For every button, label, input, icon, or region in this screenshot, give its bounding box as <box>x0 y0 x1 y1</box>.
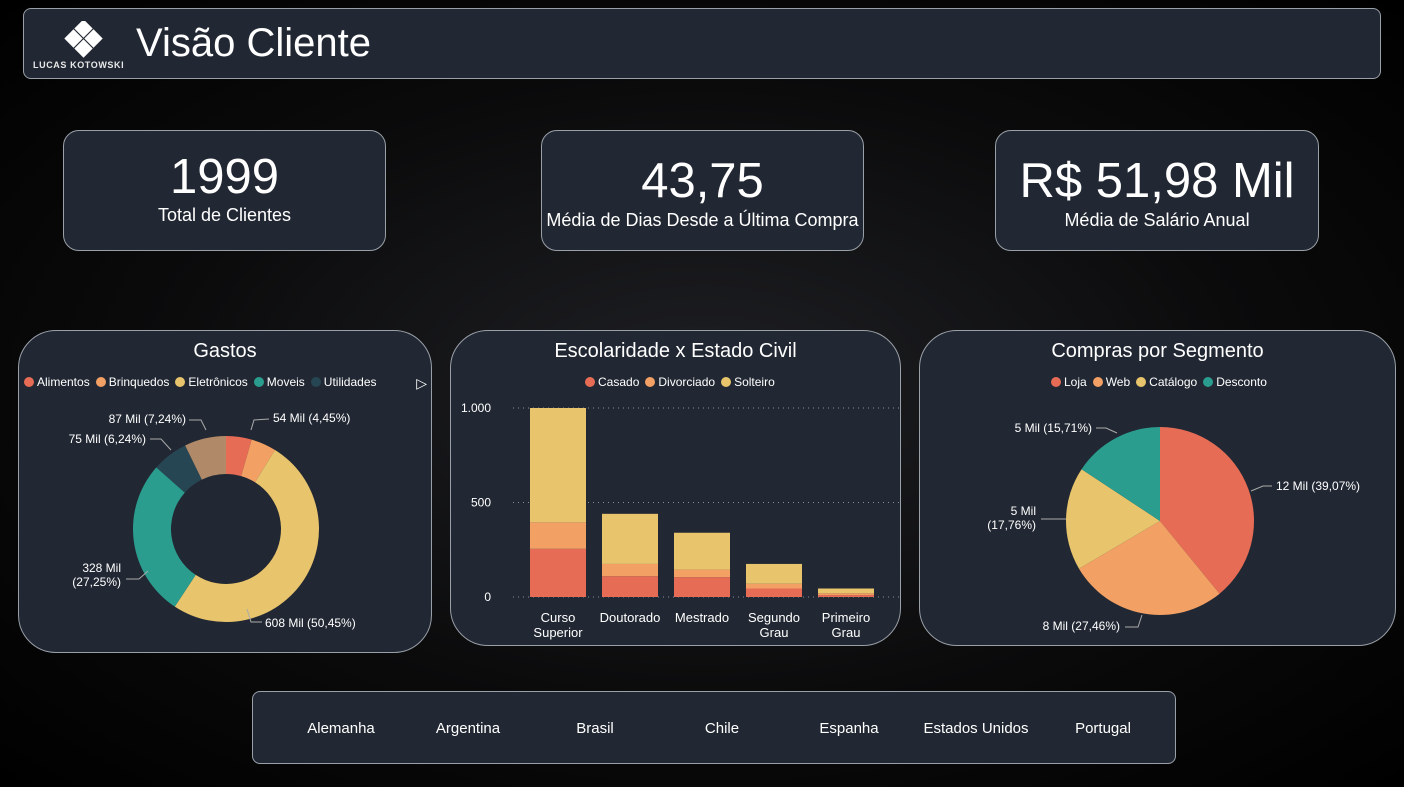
x-tick-label: Curso <box>541 610 576 625</box>
country-portugal[interactable]: Portugal <box>1075 720 1131 737</box>
y-tick-label: 500 <box>471 496 491 510</box>
kpi-total-clientes: 1999 Total de Clientes <box>63 130 386 251</box>
data-label: 328 Mil <box>82 561 121 575</box>
country-brasil[interactable]: Brasil <box>576 720 614 737</box>
x-tick-label: Doutorado <box>600 610 661 625</box>
bar-primeiro-grau-solteiro[interactable] <box>818 588 874 594</box>
x-tick-label: Primeiro <box>822 610 870 625</box>
compras-chart-card: Compras por Segmento Loja Web Catálogo Desc… <box>919 330 1396 646</box>
data-label: 75 Mil (6,24%) <box>69 432 146 446</box>
kpi-label: Média de Dias Desde a Última Compra <box>546 210 859 230</box>
data-label: 5 Mil (15,71%) <box>1015 421 1092 435</box>
kpi-value: 43,75 <box>641 154 764 208</box>
data-label: 12 Mil (39,07%) <box>1276 479 1360 493</box>
x-tick-label: Superior <box>533 625 583 640</box>
bar-mestrado-casado[interactable] <box>674 577 730 597</box>
y-tick-label: 1.000 <box>461 401 491 415</box>
kpi-media-salario: R$ 51,98 Mil Média de Salário Anual <box>995 130 1319 251</box>
bar-mestrado-solteiro[interactable] <box>674 532 730 570</box>
bar-doutorado-solteiro[interactable] <box>602 513 658 564</box>
country-alemanha[interactable]: Alemanha <box>307 720 375 737</box>
leader-line <box>189 419 207 431</box>
bar-primeiro-grau-casado[interactable] <box>818 595 874 597</box>
escolaridade-chart-card: Escolaridade x Estado Civil Casado Divorc… <box>450 330 901 646</box>
bar-primeiro-grau-divorciado[interactable] <box>818 593 874 596</box>
bar-segundo-grau-casado[interactable] <box>746 588 802 597</box>
data-label: 5 Mil <box>1011 504 1036 518</box>
leader-line <box>150 438 172 451</box>
country-argentina[interactable]: Argentina <box>436 720 500 737</box>
kpi-value: 1999 <box>169 150 279 204</box>
x-tick-label: Grau <box>832 625 861 640</box>
kpi-media-dias: 43,75 Média de Dias Desde a Última Compr… <box>541 130 864 251</box>
bar-segundo-grau-solteiro[interactable] <box>746 563 802 584</box>
gastos-donut-svg: 54 Mil (4,45%) 608 Mil (50,45%) 328 Mil(27… <box>69 411 356 630</box>
header-bar: LUCAS KOTOWSKI Visão Cliente <box>23 8 1381 79</box>
data-label: 87 Mil (7,24%) <box>109 412 186 426</box>
kpi-value: R$ 51,98 Mil <box>1019 154 1295 208</box>
leader-line <box>1250 485 1272 492</box>
kpi-label: Média de Salário Anual <box>1064 210 1250 230</box>
bar-curso-superior-casado[interactable] <box>530 548 586 597</box>
bar-segundo-grau-divorciado[interactable] <box>746 583 802 589</box>
kpi-label: Total de Clientes <box>157 205 292 225</box>
data-label: 8 Mil (27,46%) <box>1043 619 1120 633</box>
country-chile[interactable]: Chile <box>705 720 739 737</box>
bar-doutorado-casado[interactable] <box>602 576 658 597</box>
bar-mestrado-divorciado[interactable] <box>674 569 730 578</box>
bar-doutorado-divorciado[interactable] <box>602 563 658 577</box>
y-tick-label: 0 <box>484 590 491 604</box>
x-tick-label: Segundo <box>748 610 800 625</box>
data-label: 54 Mil (4,45%) <box>273 411 350 425</box>
country-espanha[interactable]: Espanha <box>819 720 878 737</box>
bar-curso-superior-divorciado[interactable] <box>530 522 586 549</box>
country-filter: Alemanha Argentina Brasil Chile Espanha … <box>252 691 1176 764</box>
country-estados-unidos[interactable]: Estados Unidos <box>923 720 1028 737</box>
x-tick-label: Mestrado <box>675 610 729 625</box>
bar-curso-superior-solteiro[interactable] <box>530 408 586 523</box>
data-label: 608 Mil (50,45%) <box>265 616 356 630</box>
data-label: (27,25%) <box>72 575 121 589</box>
gastos-chart-card: Gastos Alimentos Brinquedos Eletrônicos Mov… <box>18 330 432 653</box>
leader-line <box>1096 427 1118 434</box>
leader-line <box>1125 614 1143 628</box>
x-tick-label: Grau <box>760 625 789 640</box>
leader-line <box>250 418 270 431</box>
logo-text: LUCAS KOTOWSKI <box>33 60 125 70</box>
escolaridade-bar-svg: 0 500 1.000 CursoSuperior Doutorado Mestrado S… <box>461 401 901 640</box>
data-label: (17,76%) <box>987 518 1036 532</box>
page-title: Visão Cliente <box>136 21 371 65</box>
compras-pie-svg: 12 Mil (39,07%) 8 Mil (27,46%) 5 Mil(17,76… <box>987 421 1360 633</box>
